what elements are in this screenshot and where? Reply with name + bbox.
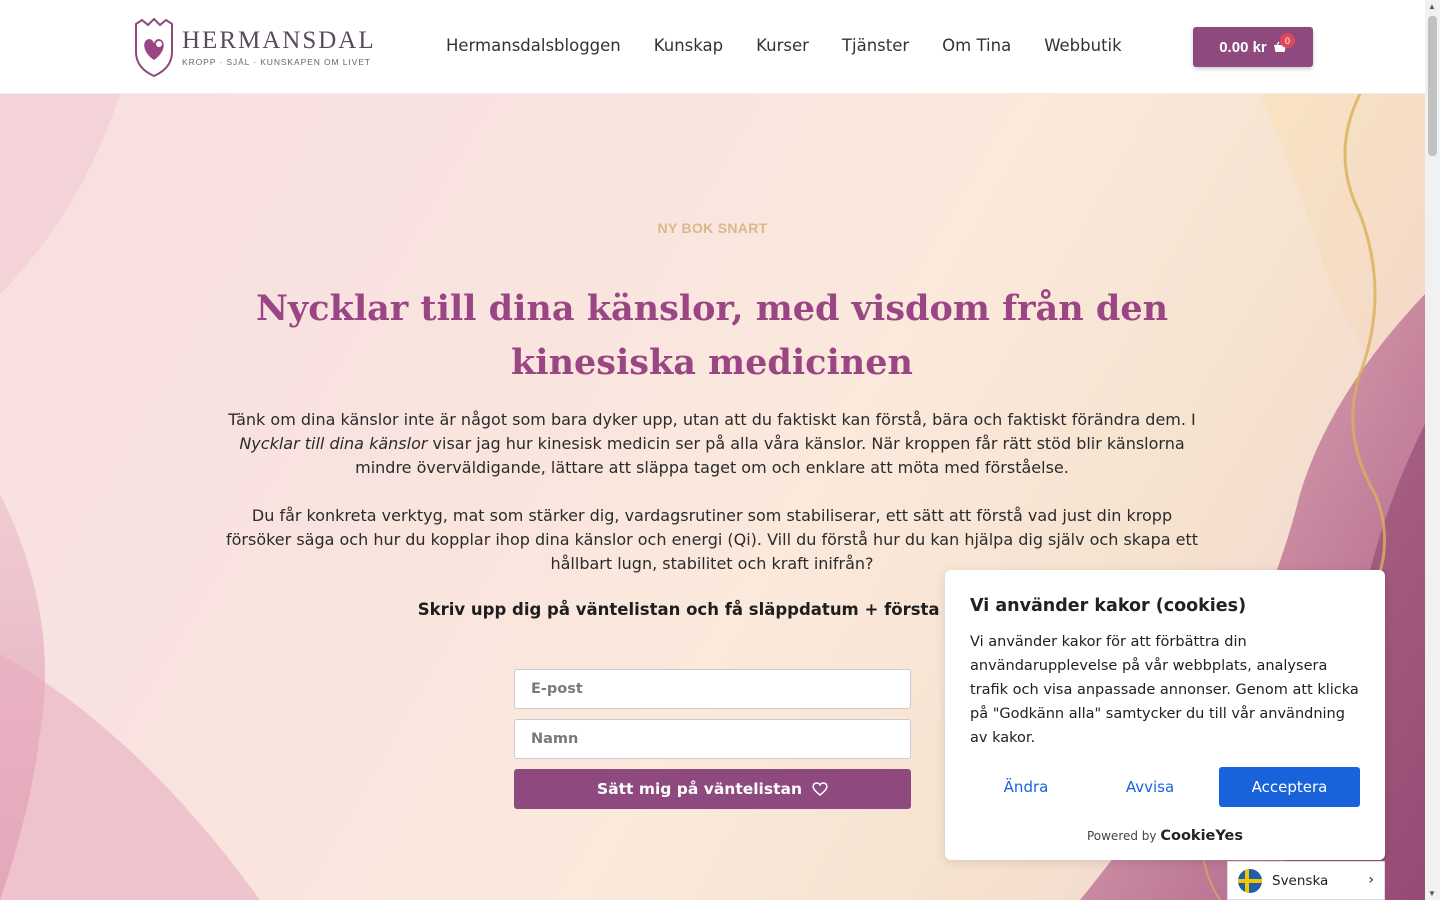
cookieyes-logo: CookieYes: [1160, 828, 1244, 844]
book-title-italic: Nycklar till dina känslor: [239, 434, 428, 453]
powered-by-label: Powered by: [1086, 829, 1157, 843]
crest-icon: [135, 17, 173, 78]
site-logo[interactable]: HERMANSDAL KROPP · SJÄL · KUNSKAPEN OM L…: [132, 16, 376, 78]
nav-item-tjanster[interactable]: Tjänster: [842, 36, 909, 55]
hero-paragraph-2: Du får konkreta verktyg, mat som stärker…: [225, 506, 1199, 573]
cookie-accept-button[interactable]: Acceptera: [1219, 767, 1360, 807]
paragraph-1-start: Tänk om dina känslor inte är något som b…: [228, 410, 1196, 429]
hero-title: Nycklar till dina känslor, med visdom fr…: [255, 288, 1169, 383]
name-field[interactable]: [514, 719, 911, 759]
language-label: Svenska: [1272, 872, 1329, 889]
scroll-down-icon[interactable]: ▼: [1428, 889, 1436, 898]
waitlist-submit-button[interactable]: Sätt mig på väntelistan: [514, 769, 911, 809]
chevron-right-icon: ›: [1368, 872, 1374, 888]
nav-item-kurser[interactable]: Kurser: [756, 36, 809, 55]
scrollbar-thumb[interactable]: [1428, 16, 1437, 156]
scroll-up-icon[interactable]: ▲: [1428, 2, 1436, 11]
cart-count-badge: 0: [1280, 33, 1295, 48]
cookie-reject-button[interactable]: Avvisa: [1089, 767, 1211, 807]
swedish-flag-icon: [1238, 868, 1262, 893]
page-scrollbar[interactable]: ▲ ▼: [1425, 0, 1440, 900]
cookie-title: Vi använder kakor (cookies): [970, 596, 1247, 616]
main-nav: Hermansdalsbloggen Kunskap Kurser Tjänst…: [446, 36, 1122, 55]
logo-tagline: KROPP · SJÄL · KUNSKAPEN OM LIVET: [182, 57, 371, 67]
email-field[interactable]: [514, 669, 911, 709]
powered-by[interactable]: Powered by CookieYes: [945, 828, 1385, 844]
nav-item-webbutik[interactable]: Webbutik: [1044, 36, 1122, 55]
nav-item-kunskap[interactable]: Kunskap: [654, 36, 723, 55]
heart-icon: [812, 782, 828, 796]
submit-label: Sätt mig på väntelistan: [596, 780, 803, 798]
cart-button[interactable]: 0.00 kr 0: [1193, 27, 1313, 67]
nav-item-blogg[interactable]: Hermansdalsbloggen: [446, 36, 621, 55]
cookie-change-button[interactable]: Ändra: [965, 767, 1087, 807]
nav-item-om-tina[interactable]: Om Tina: [942, 36, 1011, 55]
logo-name: HERMANSDAL: [182, 27, 376, 54]
paragraph-1-end: visar jag hur kinesisk medicin ser på al…: [355, 434, 1185, 477]
cart-amount: 0.00 kr: [1219, 38, 1267, 56]
cookie-banner: Vi använder kakor (cookies) Vi använder …: [945, 570, 1385, 860]
language-switcher[interactable]: Svenska ›: [1227, 861, 1385, 900]
hero-paragraph-1: Tänk om dina känslor inte är något som b…: [222, 408, 1202, 480]
site-header: HERMANSDAL KROPP · SJÄL · KUNSKAPEN OM L…: [0, 0, 1425, 94]
eyebrow-label: NY BOK SNART: [657, 220, 768, 236]
cookie-text: Vi använder kakor för att förbättra din …: [970, 634, 1359, 746]
